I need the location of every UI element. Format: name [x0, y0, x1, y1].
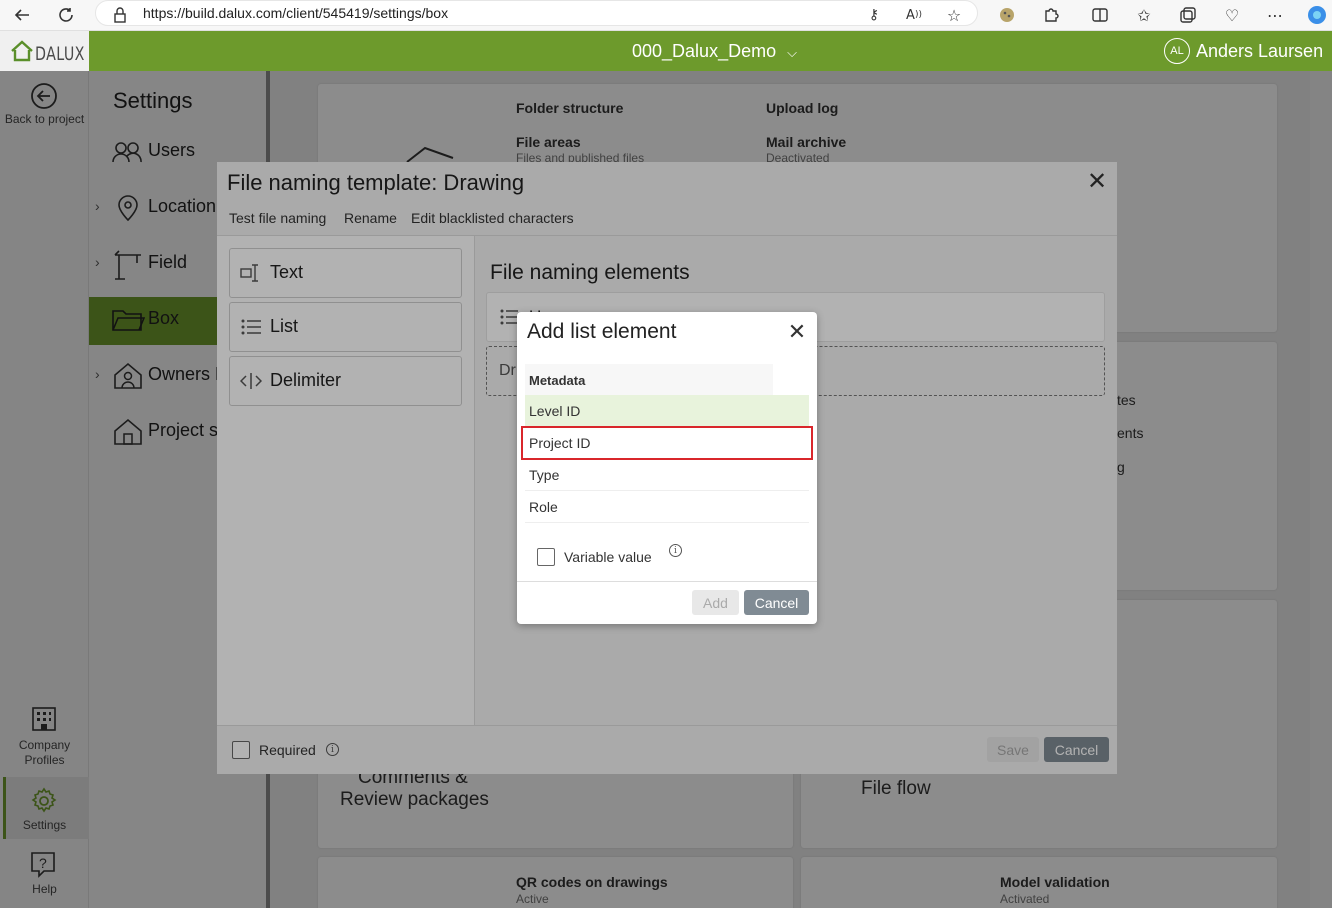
read-aloud-icon[interactable]: A)): [902, 3, 926, 27]
more-menu-icon[interactable]: ⋯: [1263, 3, 1287, 27]
modal-title: Add list element: [527, 320, 677, 343]
variable-value-label: Variable value: [564, 549, 652, 565]
key-icon[interactable]: ⚷: [862, 3, 886, 27]
extension-cookie-icon[interactable]: [995, 3, 1019, 27]
split-screen-icon[interactable]: [1088, 3, 1112, 27]
home-logo-icon: [10, 40, 34, 67]
variable-value-checkbox[interactable]: [537, 548, 555, 566]
metadata-header: Metadata: [525, 364, 773, 395]
health-icon[interactable]: ♡: [1220, 3, 1244, 27]
list-item-type[interactable]: Type: [525, 459, 809, 491]
copilot-icon[interactable]: [1305, 3, 1329, 27]
list-item-level-id[interactable]: Level ID: [525, 395, 809, 427]
url-text: https://build.dalux.com/client/545419/se…: [143, 5, 449, 21]
extensions-puzzle-icon[interactable]: [1039, 3, 1063, 27]
avatar[interactable]: AL: [1164, 38, 1190, 64]
selection-highlight: [521, 426, 813, 460]
chevron-down-icon: ⌵: [787, 46, 797, 61]
favorite-star-icon[interactable]: ☆: [942, 3, 966, 27]
add-button[interactable]: Add: [692, 590, 739, 615]
modal-divider: [517, 581, 817, 582]
collections-icon[interactable]: [1176, 3, 1200, 27]
close-icon[interactable]: ✕: [786, 320, 808, 345]
user-name[interactable]: Anders Laursen: [1196, 41, 1323, 62]
project-selector[interactable]: 000_Dalux_Demo ⌵: [632, 41, 797, 62]
dalux-logo: DALUX: [35, 43, 85, 65]
info-icon[interactable]: i: [669, 544, 682, 557]
cancel-button[interactable]: Cancel: [744, 590, 809, 615]
list-item-role[interactable]: Role: [525, 491, 809, 523]
favorites-list-icon[interactable]: ✩: [1132, 3, 1156, 27]
lock-icon[interactable]: [108, 3, 132, 27]
back-arrow-icon[interactable]: [10, 3, 34, 27]
reload-icon[interactable]: [54, 3, 78, 27]
project-name: 000_Dalux_Demo: [632, 41, 777, 61]
